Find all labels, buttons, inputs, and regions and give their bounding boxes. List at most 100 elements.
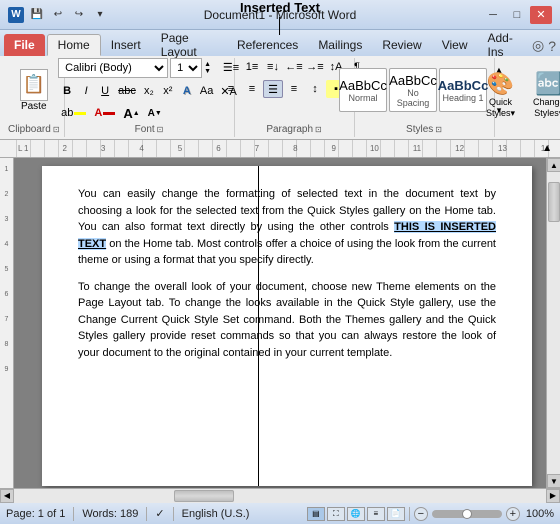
font-content: Calibri (Body) 11 ▲ ▼ B I U abc x₂ x² A … <box>58 58 240 122</box>
styles-expand-icon[interactable]: ⊡ <box>435 125 442 134</box>
change-case-button[interactable]: Aa <box>197 82 216 100</box>
zoom-out-button[interactable]: − <box>414 507 428 521</box>
redo-quick-btn[interactable]: ↪ <box>70 6 88 24</box>
customize-quick-btn[interactable]: ▾ <box>91 6 109 24</box>
highlight-color-button[interactable]: ab <box>58 104 89 122</box>
hscroll-right-button[interactable]: ▶ <box>546 489 560 503</box>
change-styles-label: ChangeStyles▾ <box>533 97 560 119</box>
align-left-button[interactable]: ≡ <box>221 80 241 98</box>
document-page[interactable]: You can easily change the formatting of … <box>42 166 532 486</box>
zoom-slider[interactable] <box>432 510 502 518</box>
tab-home[interactable]: Home <box>47 34 101 56</box>
spell-check-icon[interactable]: ✓ <box>155 507 164 520</box>
align-right-button[interactable]: ≡ <box>284 80 304 98</box>
ribbon-question-icon[interactable]: ? <box>548 38 556 54</box>
font-size-selector[interactable]: 11 <box>170 58 202 78</box>
text-effects-button[interactable]: A <box>178 82 196 100</box>
horizontal-scrollbar: ◀ ▶ <box>0 488 560 502</box>
increase-font-size-button[interactable]: A▲ <box>120 104 142 122</box>
tab-file[interactable]: File <box>4 34 45 56</box>
style-normal[interactable]: AaBbCc Normal <box>339 68 387 112</box>
hscroll-track[interactable] <box>14 489 546 503</box>
paste-button[interactable]: 📋 Paste <box>13 66 55 115</box>
tab-review[interactable]: Review <box>372 34 431 56</box>
maximize-button[interactable]: □ <box>506 6 528 24</box>
tab-addins[interactable]: Add-Ins <box>477 34 532 56</box>
vscroll-down-button[interactable]: ▼ <box>547 474 560 488</box>
minimize-button[interactable]: ─ <box>482 6 504 24</box>
print-layout-view-button[interactable]: ▤ <box>307 507 325 521</box>
style-no-spacing[interactable]: AaBbCc No Spacing <box>389 68 437 112</box>
font-color-button[interactable]: A <box>91 104 118 122</box>
font-label: Font ⊡ <box>69 122 230 137</box>
ruler-scale: L 1 2 3 4 5 6 7 8 9 10 11 12 13 14 <box>16 140 558 157</box>
align-center-button[interactable]: ≡ <box>242 80 262 98</box>
italic-button[interactable]: I <box>77 82 95 100</box>
tab-references[interactable]: References <box>227 34 308 56</box>
subscript-button[interactable]: x₂ <box>140 82 158 100</box>
paragraph-expand-icon[interactable]: ⊡ <box>315 125 322 134</box>
quick-styles-label: QuickStyles▾ <box>486 97 515 119</box>
change-styles-button[interactable]: 🔤 ChangeStyles▾ <box>526 68 560 124</box>
ruler-collapse-button[interactable]: ▲ <box>542 143 552 154</box>
vscroll-up-button[interactable]: ▲ <box>547 158 560 172</box>
font-increase-icon[interactable]: ▲ <box>204 61 211 68</box>
ribbon-content: 📋 Paste Clipboard ⊡ Calibri (Body) 11 ▲ … <box>0 56 560 140</box>
paragraph-1: You can easily change the formatting of … <box>78 186 496 269</box>
hscroll-thumb[interactable] <box>174 490 234 502</box>
tab-mailings[interactable]: Mailings <box>308 34 372 56</box>
vscroll-thumb[interactable] <box>548 182 560 222</box>
font-decrease-icon[interactable]: ▼ <box>204 68 211 75</box>
status-bar: Page: 1 of 1 Words: 189 ✓ English (U.S.)… <box>0 502 560 524</box>
multilevel-list-button[interactable]: ≡↓ <box>263 58 283 76</box>
hscroll-left-button[interactable]: ◀ <box>0 489 14 503</box>
font-name-selector[interactable]: Calibri (Body) <box>58 58 168 78</box>
tab-insert[interactable]: Insert <box>101 34 151 56</box>
zoom-in-button[interactable]: + <box>506 507 520 521</box>
view-buttons: ▤ ⛶ 🌐 ≡ 📄 <box>307 507 405 521</box>
paste-icon: 📋 <box>20 69 48 101</box>
decrease-indent-button[interactable]: ←≡ <box>284 58 304 76</box>
zoom-slider-thumb[interactable] <box>462 509 472 519</box>
font-group: Calibri (Body) 11 ▲ ▼ B I U abc x₂ x² A … <box>65 58 235 137</box>
full-screen-view-button[interactable]: ⛶ <box>327 507 345 521</box>
paragraph-label: Paragraph ⊡ <box>239 122 350 137</box>
ruler-numbers: 1 2 3 4 5 6 7 8 9 10 11 12 13 14 <box>16 144 558 153</box>
color-buttons: ab A A▲ A▼ <box>58 104 165 122</box>
para1-after: on the Home tab. Most controls offer a c… <box>78 238 496 267</box>
save-quick-btn[interactable]: 💾 <box>28 6 46 24</box>
strikethrough-button[interactable]: abc <box>115 82 139 100</box>
draft-view-button[interactable]: 📄 <box>387 507 405 521</box>
numbering-button[interactable]: 1≡ <box>242 58 262 76</box>
web-layout-view-button[interactable]: 🌐 <box>347 507 365 521</box>
tab-view[interactable]: View <box>432 34 478 56</box>
outline-view-button[interactable]: ≡ <box>367 507 385 521</box>
justify-button[interactable]: ☰ <box>263 80 283 98</box>
superscript-button[interactable]: x² <box>159 82 177 100</box>
vscroll-track[interactable] <box>547 172 560 474</box>
ribbon-help-icon[interactable]: ◎ <box>532 37 544 54</box>
bold-button[interactable]: B <box>58 82 76 100</box>
underline-button[interactable]: U <box>96 82 114 100</box>
page-info: Page: 1 of 1 <box>6 508 65 520</box>
line-spacing-button[interactable]: ↕ <box>305 80 325 98</box>
main-area: 1 2 3 4 5 6 7 8 9 You can easily change … <box>0 158 560 488</box>
font-size-arrows: ▲ ▼ <box>204 61 211 75</box>
zoom-percent: 100% <box>526 508 554 520</box>
quick-styles-button[interactable]: 🎨 QuickStyles▾ <box>479 68 522 124</box>
clipboard-expand-icon[interactable]: ⊡ <box>53 125 60 134</box>
vertical-ruler: 1 2 3 4 5 6 7 8 9 <box>0 158 14 488</box>
paragraph-group: ☰≡ 1≡ ≡↓ ←≡ →≡ ↕A ¶ ≡ ≡ ☰ ≡ ↕ ▪ ⊞ Paragr… <box>235 58 355 137</box>
bullets-button[interactable]: ☰≡ <box>221 58 241 76</box>
tab-page-layout[interactable]: Page Layout <box>151 34 227 56</box>
close-button[interactable]: ✕ <box>530 6 552 24</box>
decrease-font-size-button[interactable]: A▼ <box>145 104 165 122</box>
increase-indent-button[interactable]: →≡ <box>305 58 325 76</box>
paragraph-2: To change the overall look of your docum… <box>78 279 496 362</box>
undo-quick-btn[interactable]: ↩ <box>49 6 67 24</box>
document-scroll[interactable]: You can easily change the formatting of … <box>14 158 560 488</box>
editing-content: 🎨 QuickStyles▾ 🔤 ChangeStyles▾ ✏️ Editin… <box>479 58 560 133</box>
word-count: Words: 189 <box>82 508 138 520</box>
font-expand-icon[interactable]: ⊡ <box>157 125 164 134</box>
window-controls: ─ □ ✕ <box>482 6 552 24</box>
